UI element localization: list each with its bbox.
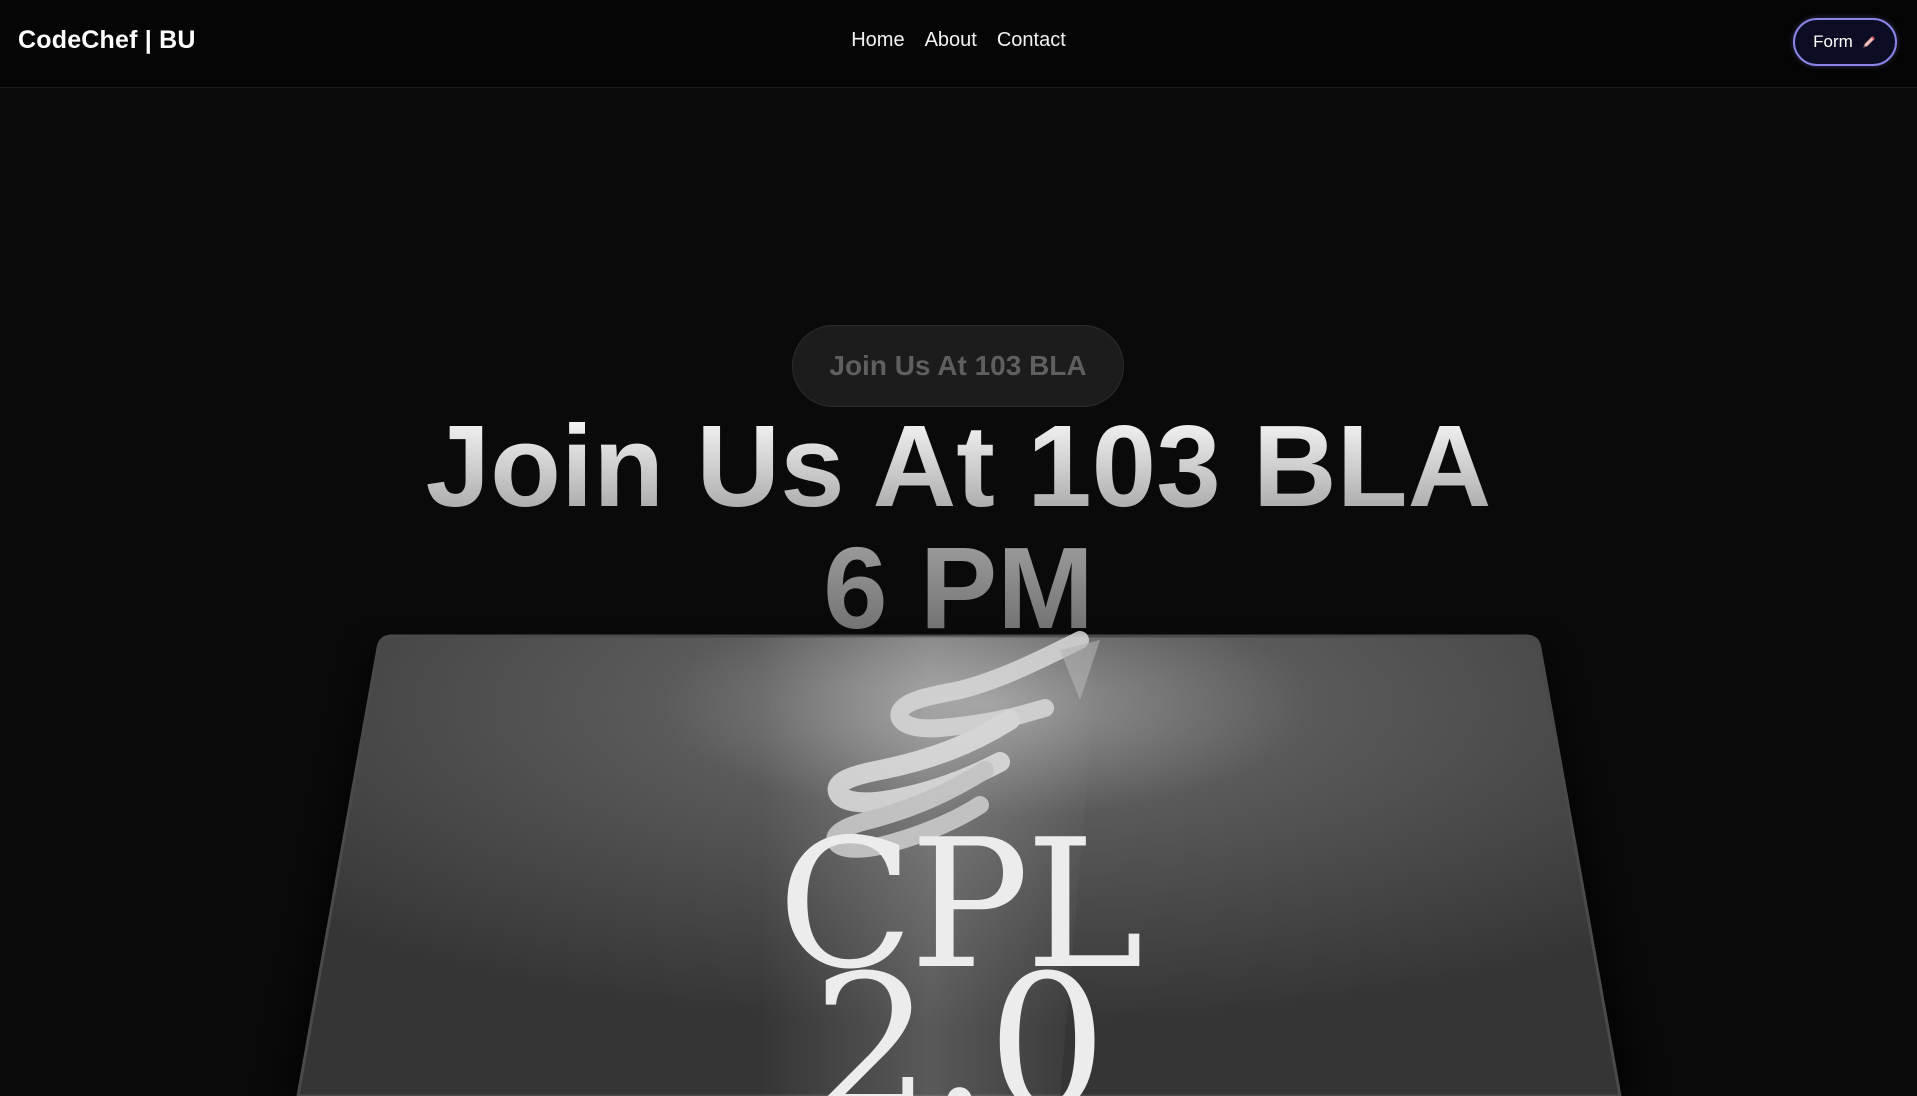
poster-version: 2.0	[812, 935, 1107, 1096]
hero-headline: Join Us At 103 BLA 6 PM	[0, 405, 1917, 649]
hero-headline-line2: 6 PM	[823, 523, 1094, 653]
page: CodeChef | BU Home About Contact Form CP…	[0, 0, 1917, 1096]
hero-headline-line1: Join Us At 103 BLA	[425, 401, 1492, 531]
